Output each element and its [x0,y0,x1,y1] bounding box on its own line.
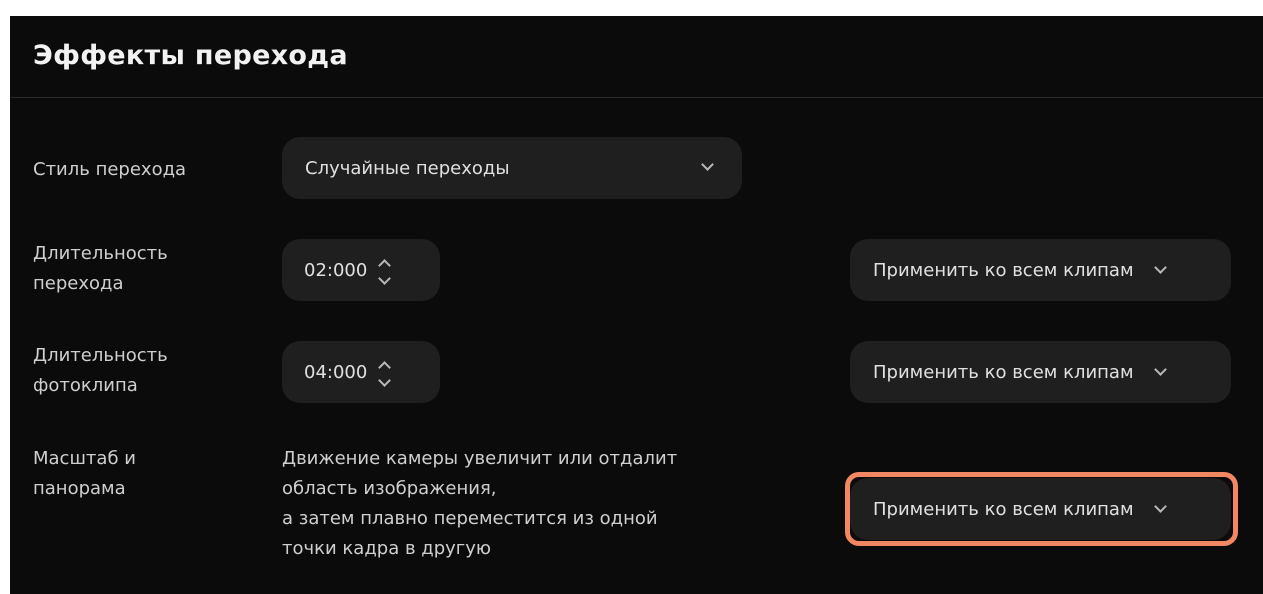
transition-style-label: Стиль перехода [33,159,187,180]
transition-duration-value[interactable]: 02:000 [304,260,380,281]
pan-zoom-label: Масштаб и панорама [33,444,136,504]
transition-style-value: Случайные переходы [305,157,510,179]
transition-style-dropdown[interactable]: Случайные переходы [282,137,742,199]
pan-zoom-label-line2: панорама [33,478,126,499]
pan-zoom-label-line1: Масштаб и [33,448,136,469]
description-line: а затем плавно переместится из одной [282,508,658,529]
apply-all-clips-label: Применить ко всем клипам [873,498,1134,520]
transition-duration-stepper[interactable]: 02:000 [282,239,440,301]
transition-duration-apply-dropdown[interactable]: Применить ко всем клипам [850,239,1231,301]
transition-duration-label-line1: Длительность [33,243,168,264]
stepper-arrows[interactable] [378,360,391,387]
transition-duration-label-line2: перехода [33,273,124,294]
stepper-arrows[interactable] [378,258,391,285]
panel-title: Эффекты перехода [33,40,348,71]
photo-duration-apply-dropdown[interactable]: Применить ко всем клипам [850,341,1231,403]
description-line: Движение камеры увеличит или отдалит [282,448,678,469]
chevron-up-icon[interactable] [378,258,391,272]
chevron-down-icon[interactable] [378,373,391,387]
chevron-down-icon [1153,500,1167,513]
panel-header: Эффекты перехода [10,16,1263,98]
apply-all-clips-label: Применить ко всем клипам [873,361,1134,383]
chevron-down-icon [1153,261,1167,274]
photo-duration-stepper[interactable]: 04:000 [282,341,440,403]
chevron-down-icon[interactable] [378,271,391,285]
pan-zoom-description: Движение камеры увеличит или отдалит обл… [282,444,677,564]
chevron-up-icon[interactable] [378,360,391,374]
photo-duration-label: Длительность фотоклипа [33,341,168,401]
description-line: область изображения, [282,478,497,499]
photo-duration-label-line2: фотоклипа [33,375,138,396]
chevron-down-icon [701,158,714,171]
photo-duration-value[interactable]: 04:000 [304,362,380,383]
description-line: точки кадра в другую [282,538,492,559]
apply-all-clips-label: Применить ко всем клипам [873,259,1134,281]
transition-effects-panel: Эффекты перехода Стиль перехода Случайны… [10,16,1263,594]
transition-duration-label: Длительность перехода [33,239,168,299]
pan-zoom-apply-dropdown[interactable]: Применить ко всем клипам [850,478,1231,540]
photo-duration-label-line1: Длительность [33,345,168,366]
chevron-down-icon [1153,363,1167,376]
